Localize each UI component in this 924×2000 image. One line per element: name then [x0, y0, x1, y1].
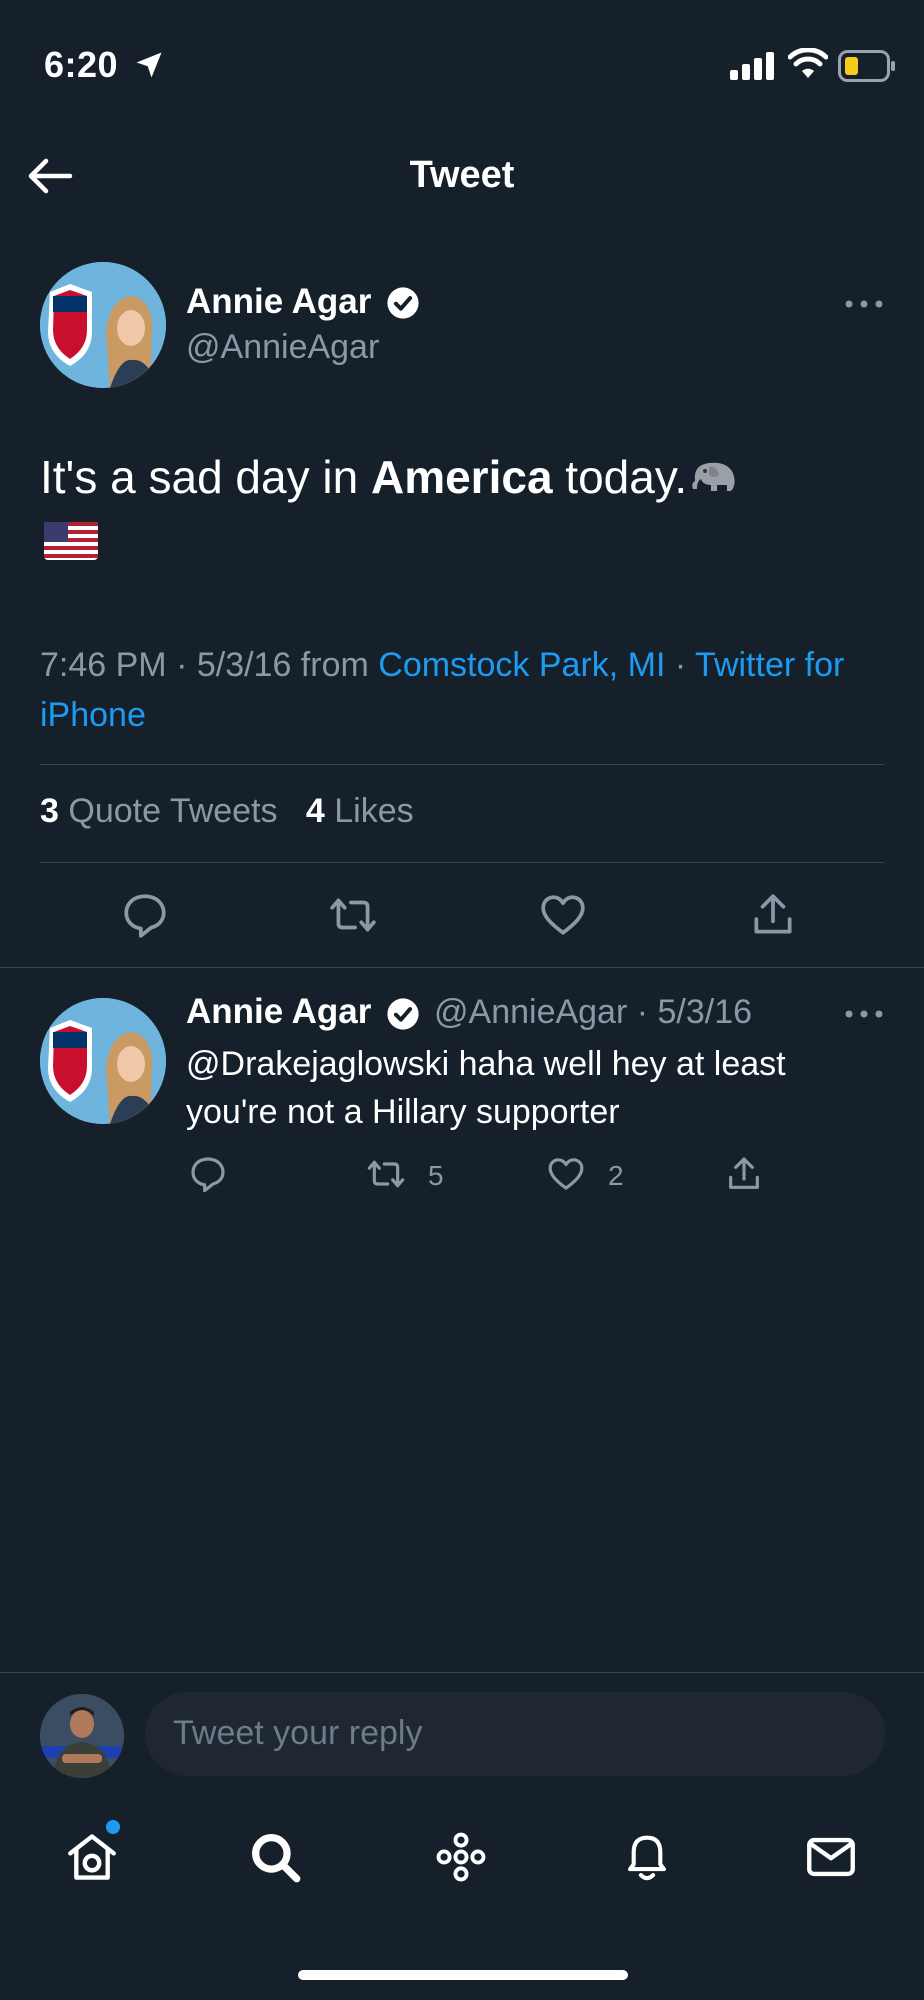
- reply-author-name[interactable]: Annie Agar: [186, 992, 371, 1032]
- more-icon[interactable]: [844, 1008, 884, 1020]
- divider: [0, 967, 924, 968]
- verified-icon: [387, 998, 419, 1030]
- notifications-icon[interactable]: [618, 1828, 676, 1886]
- more-icon[interactable]: [844, 298, 884, 310]
- spaces-icon[interactable]: [432, 1828, 490, 1886]
- share-icon[interactable]: [748, 890, 798, 940]
- reply-handle-date[interactable]: @AnnieAgar · 5/3/16: [434, 993, 752, 1032]
- retweet-icon[interactable]: [366, 1154, 406, 1194]
- location-arrow-icon: [136, 52, 162, 78]
- avatar[interactable]: [40, 262, 166, 388]
- tweet-meta: 7:46 PM · 5/3/16 from Comstock Park, MI …: [40, 640, 900, 740]
- messages-icon[interactable]: [802, 1828, 860, 1886]
- reply-icon[interactable]: [120, 890, 170, 940]
- quote-tweets-link[interactable]: 3 Quote Tweets: [40, 792, 278, 830]
- like-count: 4: [305, 792, 325, 830]
- retweet-icon[interactable]: [328, 890, 378, 940]
- tweet-text-bold: America: [370, 451, 553, 503]
- signal-icon: [730, 52, 774, 80]
- tweet-time: 7:46 PM · 5/3/16 from: [40, 646, 379, 684]
- reply-text: @Drakejaglowski haha well hey at least y…: [186, 1045, 786, 1131]
- reply-placeholder: Tweet your reply: [173, 1714, 423, 1752]
- divider: [40, 862, 884, 863]
- like-icon[interactable]: [538, 890, 588, 940]
- retweet-count: 5: [428, 1160, 444, 1191]
- home-icon[interactable]: [63, 1828, 121, 1886]
- location-link[interactable]: Comstock Park, MI: [378, 646, 665, 684]
- elephant-emoji: [692, 462, 735, 491]
- meta-separator: ·: [665, 646, 696, 684]
- battery-icon: [838, 50, 895, 82]
- tweet-text: It's a sad day in America today.: [40, 445, 890, 509]
- likes-link[interactable]: 4 Likes: [306, 792, 414, 830]
- quote-count: 3: [40, 792, 59, 830]
- author-handle[interactable]: @AnnieAgar: [186, 328, 379, 367]
- tweet-stats: 3 Quote Tweets 4 Likes: [40, 792, 414, 831]
- wifi-icon: [788, 48, 828, 78]
- author-name[interactable]: Annie Agar: [186, 282, 371, 322]
- status-time: 6:20: [44, 44, 119, 85]
- search-icon[interactable]: [246, 1828, 304, 1886]
- us-flag-emoji: [44, 522, 98, 560]
- user-avatar[interactable]: [40, 1694, 124, 1778]
- tweet-text-part1: It's a sad day in: [40, 451, 371, 503]
- like-icon[interactable]: [546, 1154, 586, 1194]
- home-indicator[interactable]: [298, 1970, 628, 1980]
- reply-like-count: 2: [608, 1160, 624, 1191]
- notification-dot: [106, 1820, 120, 1834]
- reply-avatar[interactable]: [40, 998, 166, 1124]
- quote-label: Quote Tweets: [68, 792, 278, 830]
- like-label: Likes: [334, 792, 414, 830]
- reply-icon[interactable]: [188, 1154, 228, 1194]
- page-title: Tweet: [409, 154, 515, 196]
- share-icon[interactable]: [724, 1154, 764, 1194]
- verified-icon: [387, 287, 419, 319]
- tweet-text-part2: today.: [552, 451, 688, 503]
- divider: [0, 1672, 924, 1673]
- divider: [40, 764, 884, 765]
